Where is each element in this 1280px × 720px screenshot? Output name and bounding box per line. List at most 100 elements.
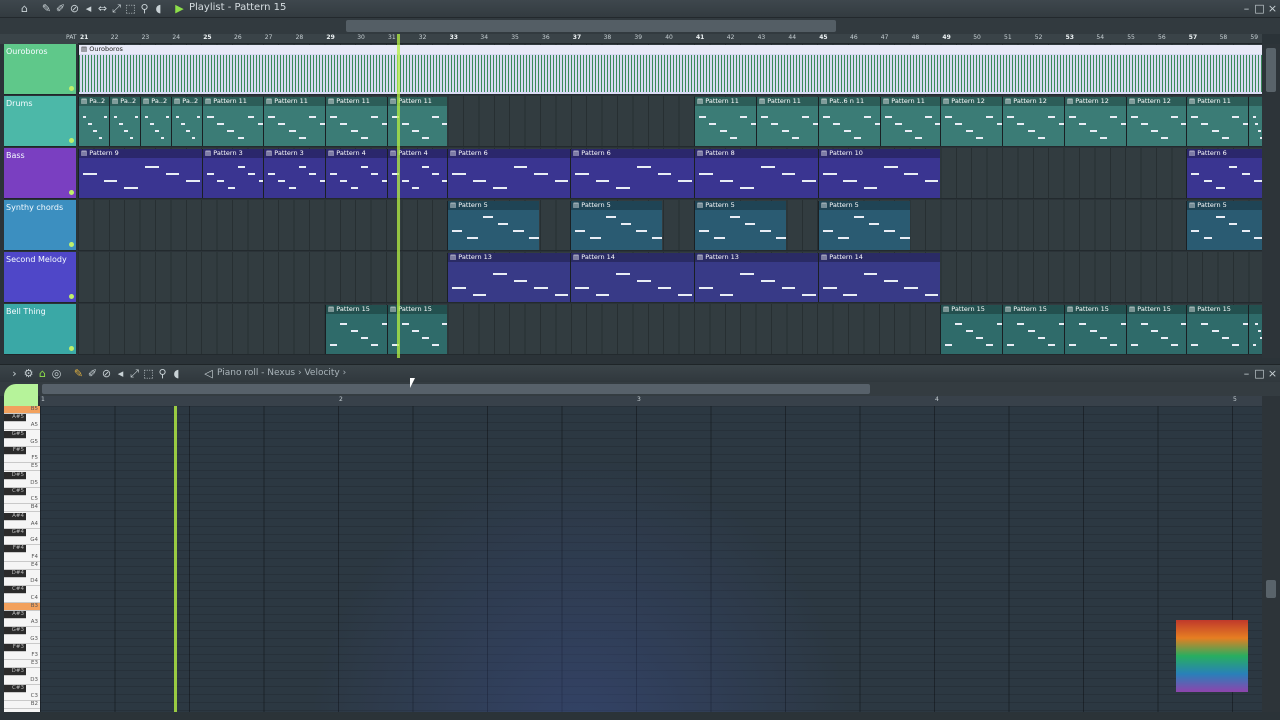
pattern-clip[interactable]: ▤ Pattern 11: [263, 97, 325, 146]
piano-key[interactable]: C#5: [4, 488, 26, 496]
piano-key[interactable]: A5: [4, 422, 40, 431]
track-header[interactable]: Synthy chords: [4, 200, 76, 251]
pattern-clip[interactable]: ▤ Pattern 12: [1126, 97, 1186, 146]
track-header[interactable]: Bell Thing: [4, 304, 76, 355]
pattern-clip[interactable]: ▤ Pattern 15: [1002, 305, 1064, 354]
pattern-clip[interactable]: ▤ Pattern 6: [447, 149, 570, 198]
pianoroll-vertical-scrollbar[interactable]: [1262, 396, 1280, 712]
maximize-icon[interactable]: □: [1253, 367, 1266, 380]
piano-key[interactable]: F5: [4, 455, 40, 464]
piano-key[interactable]: A3: [4, 619, 40, 628]
pattern-clip[interactable]: ▤ Pattern 15: [940, 305, 1002, 354]
pattern-clip[interactable]: ▤ Pattern 11: [1186, 97, 1248, 146]
pattern-clip[interactable]: ▤ Pattern 15: [1064, 305, 1126, 354]
pattern-clip[interactable]: ▤ Pattern 12: [940, 97, 1002, 146]
zoom-icon[interactable]: ⚲: [138, 2, 151, 15]
speaker-icon[interactable]: ◖: [152, 2, 165, 15]
piano-key[interactable]: D#3: [4, 668, 26, 677]
close-icon[interactable]: ×: [1266, 367, 1279, 380]
piano-key[interactable]: D4: [4, 578, 40, 587]
pianoroll-breadcrumb[interactable]: Piano roll - Nexus › Velocity ›: [217, 368, 346, 378]
pattern-clip[interactable]: ▤ Pattern 15: [1186, 305, 1248, 354]
slice-icon[interactable]: ⤢: [110, 2, 123, 15]
pattern-clip[interactable]: ▤ Pattern 12: [1002, 97, 1064, 146]
pencil-icon[interactable]: ✎: [72, 367, 85, 380]
piano-key[interactable]: F#5: [4, 447, 26, 455]
piano-keyboard[interactable]: B5 A#5 A5 G#5 G5 F#5 F5 E5 D#5 D5 C#5 C5 B4 A#4 A4 G#4 G…: [4, 406, 40, 712]
piano-key[interactable]: F#4: [4, 545, 26, 554]
minimize-icon[interactable]: –: [1240, 2, 1253, 15]
track-lane[interactable]: ▤ Pattern 9 ▤ Pattern 3 ▤ Pattern 3 ▤ Patte…: [78, 148, 1262, 199]
pattern-clip[interactable]: [1248, 97, 1262, 146]
pattern-clip[interactable]: ▤ Pattern 9: [78, 149, 202, 198]
pattern-clip[interactable]: ▤ Pattern 13: [447, 253, 570, 302]
pattern-clip[interactable]: [1248, 305, 1262, 354]
pattern-clip[interactable]: ▤ Pattern 4: [325, 149, 387, 198]
pianoroll-ruler[interactable]: 1 2 3 4 5: [40, 396, 1262, 406]
piano-key[interactable]: E3: [4, 660, 40, 669]
track-lane[interactable]: ▤ Ouroboros: [78, 44, 1262, 95]
pattern-clip[interactable]: ▤ Pattern 6: [570, 149, 694, 198]
piano-key[interactable]: F3: [4, 652, 40, 660]
mute-icon[interactable]: ◂: [82, 2, 95, 15]
track-lane[interactable]: ▤ Pattern 13 ▤ Pattern 14 ▤ Pattern 13 ▤ Pa…: [78, 252, 1262, 303]
track-led[interactable]: [69, 346, 74, 351]
pattern-clip[interactable]: ▤ Pattern 15: [387, 305, 447, 354]
track-led[interactable]: [69, 138, 74, 143]
pattern-clip[interactable]: ▤ Pattern 10: [818, 149, 940, 198]
piano-key[interactable]: G#4: [4, 529, 26, 537]
select-icon[interactable]: ⬚: [124, 2, 137, 15]
pattern-clip[interactable]: ▤ Pat..6 n 11: [818, 97, 880, 146]
pattern-clip[interactable]: ▤ Pattern 3: [202, 149, 264, 198]
piano-key[interactable]: B4: [4, 504, 40, 513]
pattern-clip[interactable]: ▤ Pattern 11: [202, 97, 263, 146]
piano-key[interactable]: D5: [4, 480, 40, 488]
pianoroll-vertical-thumb[interactable]: [1266, 580, 1276, 598]
piano-key[interactable]: G#5: [4, 430, 26, 439]
piano-key[interactable]: B2: [4, 701, 40, 710]
pattern-clip[interactable]: ▤ Pattern 11: [325, 97, 387, 146]
magnet-icon[interactable]: ⌂: [36, 367, 49, 380]
pattern-clip[interactable]: ▤ Pattern 5: [818, 201, 910, 250]
pattern-clip[interactable]: ▤ Pattern 8: [694, 149, 818, 198]
track-lane[interactable]: ▤ Pattern 5 ▤ Pattern 5 ▤ Pattern 5 ▤ Patte…: [78, 200, 1262, 251]
pattern-clip[interactable]: ▤ Pattern 5: [447, 201, 539, 250]
close-icon[interactable]: ×: [1266, 2, 1279, 15]
pattern-clip[interactable]: ▤ Pattern 15: [1126, 305, 1186, 354]
piano-key[interactable]: F#3: [4, 643, 26, 652]
delete-icon[interactable]: ⊘: [68, 2, 81, 15]
piano-key[interactable]: E4: [4, 562, 40, 570]
pattern-clip[interactable]: ▤ Pattern 4: [387, 149, 447, 198]
pattern-clip[interactable]: ▤ Pattern 11: [694, 97, 756, 146]
pattern-clip[interactable]: ▤ Pattern 5: [1186, 201, 1262, 250]
pattern-clip[interactable]: ▤ Pa..2: [171, 97, 202, 146]
piano-key[interactable]: C#4: [4, 586, 26, 595]
piano-key[interactable]: D#5: [4, 471, 26, 480]
pattern-clip[interactable]: ▤ Pattern 14: [570, 253, 694, 302]
select-icon[interactable]: ⬚: [142, 367, 155, 380]
piano-key[interactable]: B5: [4, 406, 40, 414]
maximize-icon[interactable]: □: [1253, 2, 1266, 15]
pianoroll-scroll-thumb[interactable]: [42, 384, 870, 394]
track-led[interactable]: [69, 86, 74, 91]
track-header[interactable]: Ouroboros: [4, 44, 76, 95]
slice-icon[interactable]: ⤢: [128, 367, 141, 380]
piano-key[interactable]: D#4: [4, 570, 26, 578]
pattern-clip[interactable]: ▤ Pattern 11: [880, 97, 940, 146]
playlist-ruler[interactable]: 21 22 23 24 25 26 27 28 29 30 31 32 33 34 35 36 37 38 39 40…: [78, 34, 1262, 44]
piano-key[interactable]: D3: [4, 677, 40, 685]
track-header[interactable]: Bass: [4, 148, 76, 199]
pattern-clip[interactable]: ▤ Pattern 5: [570, 201, 662, 250]
pattern-clip[interactable]: ▤ Pa..2: [140, 97, 171, 146]
pattern-clip[interactable]: ▤ Pattern 12: [1064, 97, 1126, 146]
pattern-clip[interactable]: ▤ Pattern 14: [818, 253, 940, 302]
piano-key[interactable]: G5: [4, 439, 40, 447]
track-led[interactable]: [69, 294, 74, 299]
record-icon[interactable]: ◎: [50, 367, 63, 380]
paint-icon[interactable]: ✐: [54, 2, 67, 15]
pattern-clip[interactable]: ▤ Pattern 5: [694, 201, 786, 250]
pattern-clip[interactable]: ▤ Pattern 3: [263, 149, 325, 198]
piano-key[interactable]: G3: [4, 636, 40, 644]
pattern-clip[interactable]: ▤ Pattern 6: [1186, 149, 1262, 198]
piano-key[interactable]: A#3: [4, 611, 26, 619]
